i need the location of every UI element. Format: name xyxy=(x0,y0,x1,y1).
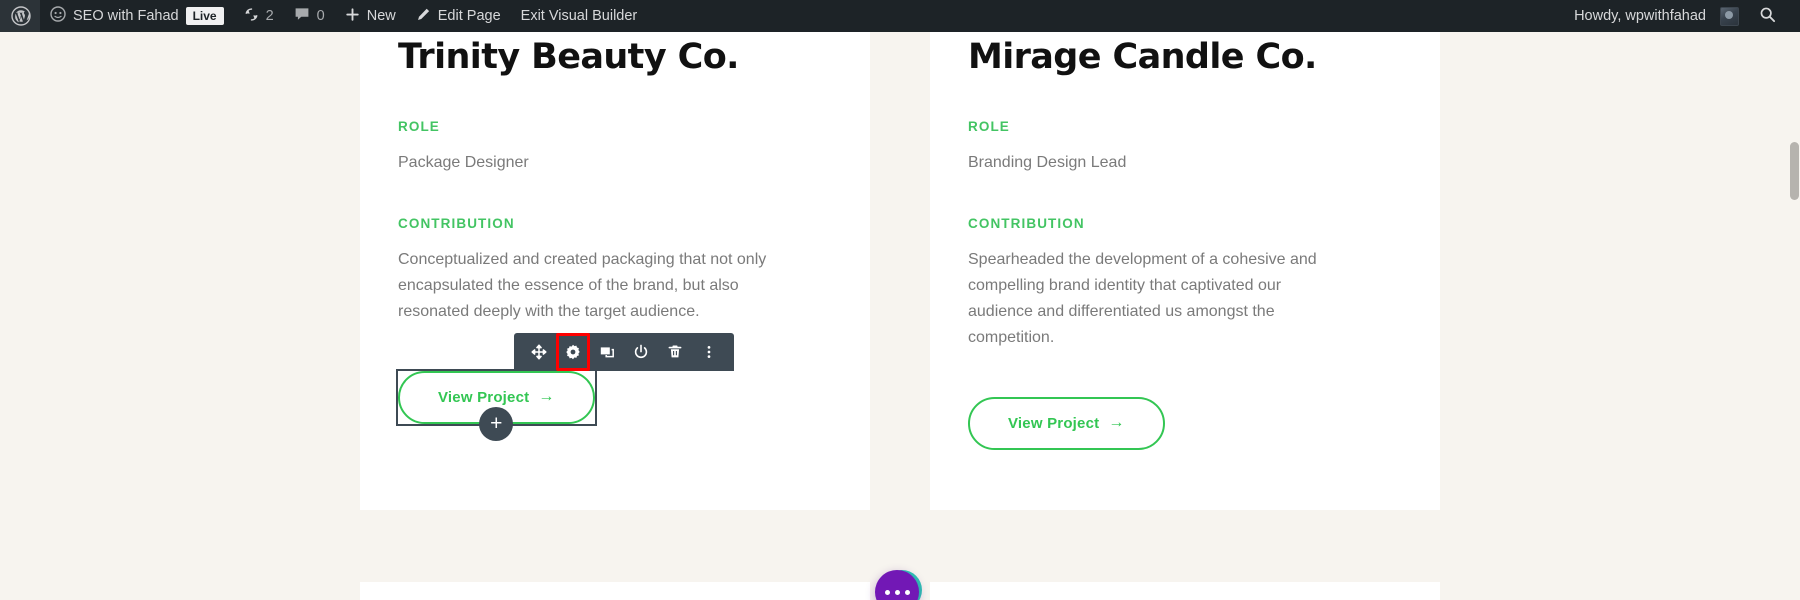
fab-dot xyxy=(904,589,910,595)
search-button[interactable] xyxy=(1749,0,1786,32)
contribution-label: CONTRIBUTION xyxy=(968,216,1085,232)
module-toolbar xyxy=(514,332,734,371)
add-module-label: + xyxy=(490,412,503,436)
updates-icon xyxy=(244,7,259,26)
page-scrollbar[interactable] xyxy=(1789,32,1800,600)
live-badge: Live xyxy=(185,7,224,25)
exit-visual-builder-button[interactable]: Exit Visual Builder xyxy=(511,0,648,32)
edit-page-button[interactable]: Edit Page xyxy=(406,0,511,32)
comments-button[interactable]: 0 xyxy=(284,0,335,32)
project-card[interactable] xyxy=(930,582,1440,600)
selected-module[interactable]: View Project → + xyxy=(396,332,734,441)
pencil-icon xyxy=(416,7,431,26)
fab-dot xyxy=(884,589,890,595)
view-project-label: View Project xyxy=(1008,414,1100,432)
view-project-button[interactable]: View Project → xyxy=(968,396,1165,450)
project-card[interactable]: Mirage Candle Co. ROLE Branding Design L… xyxy=(930,32,1440,510)
scrollbar-thumb[interactable] xyxy=(1790,142,1799,200)
fab-dot xyxy=(894,589,900,595)
gear-icon[interactable] xyxy=(556,332,590,371)
project-card[interactable] xyxy=(360,582,870,600)
view-project-label: View Project xyxy=(438,388,530,406)
wp-admin-bar: SEO with Fahad Live 2 0 New Edit Page Ex… xyxy=(0,0,1800,32)
site-name-label: SEO with Fahad xyxy=(73,8,179,24)
add-module-button[interactable]: + xyxy=(479,406,514,441)
my-account-button[interactable]: Howdy, wpwithfahad xyxy=(1564,0,1749,32)
duplicate-icon[interactable] xyxy=(590,333,624,371)
project-card-content: Trinity Beauty Co. ROLE Package Designer… xyxy=(360,32,870,484)
role-value: Branding Design Lead xyxy=(968,154,1127,172)
page-title: Trinity Beauty Co. xyxy=(398,37,739,77)
site-name-button[interactable]: SEO with Fahad Live xyxy=(40,0,234,32)
exit-visual-builder-label: Exit Visual Builder xyxy=(520,8,638,24)
divi-floating-menu[interactable] xyxy=(875,570,922,600)
role-label: ROLE xyxy=(398,119,440,135)
updates-count: 2 xyxy=(265,8,274,24)
arrow-right-icon: → xyxy=(538,388,555,406)
comments-count: 0 xyxy=(316,8,325,24)
new-content-button[interactable]: New xyxy=(335,0,406,32)
admin-bar-left-group: SEO with Fahad Live 2 0 New Edit Page Ex… xyxy=(0,0,647,32)
comment-bubble-icon xyxy=(294,7,310,26)
updates-button[interactable]: 2 xyxy=(234,0,284,32)
search-icon xyxy=(1759,6,1776,27)
arrow-right-icon: → xyxy=(1108,414,1125,432)
disable-icon[interactable] xyxy=(624,333,658,371)
project-card-content: Mirage Candle Co. ROLE Branding Design L… xyxy=(930,32,1440,510)
wordpress-logo-icon xyxy=(11,6,31,26)
page-title: Mirage Candle Co. xyxy=(968,37,1317,77)
contribution-value: Conceptualized and created packaging tha… xyxy=(398,251,767,320)
move-icon[interactable] xyxy=(522,333,556,371)
role-label: ROLE xyxy=(968,119,1010,135)
admin-bar-right-group: Howdy, wpwithfahad xyxy=(1564,0,1800,32)
contribution-label: CONTRIBUTION xyxy=(398,216,515,232)
plus-icon xyxy=(345,7,360,26)
edit-page-label: Edit Page xyxy=(437,8,501,24)
howdy-label: Howdy, wpwithfahad xyxy=(1574,8,1706,24)
wordpress-logo-button[interactable] xyxy=(0,0,40,32)
project-card[interactable]: Trinity Beauty Co. ROLE Package Designer… xyxy=(360,32,870,510)
visual-builder-canvas: Trinity Beauty Co. ROLE Package Designer… xyxy=(0,32,1800,600)
new-content-label: New xyxy=(366,8,396,24)
project-cards-row: Trinity Beauty Co. ROLE Package Designer… xyxy=(360,32,1440,510)
dashboard-icon xyxy=(50,6,66,26)
avatar xyxy=(1720,6,1739,26)
contribution-value: Spearheaded the development of a cohesiv… xyxy=(968,251,1317,346)
role-value: Package Designer xyxy=(398,154,529,172)
trash-icon[interactable] xyxy=(658,333,692,371)
more-options-icon[interactable] xyxy=(692,333,726,371)
